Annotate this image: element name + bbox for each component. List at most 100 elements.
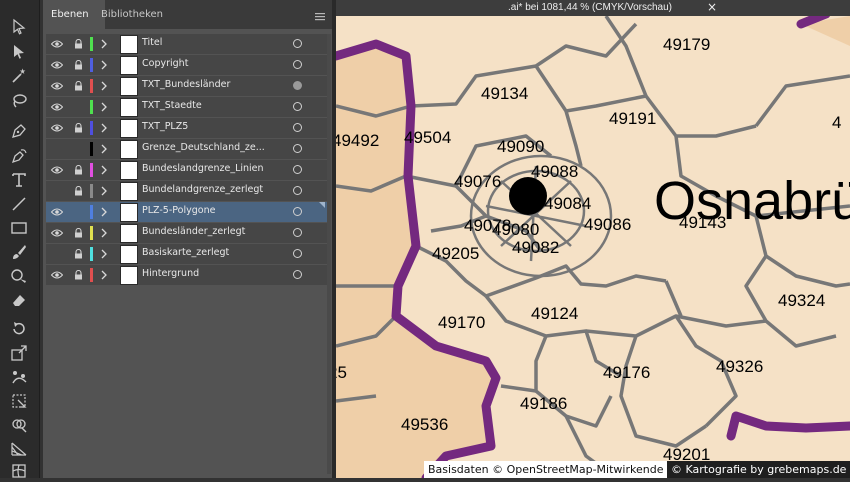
layer-name[interactable]: Grenze_Deutschland_ze... — [142, 142, 265, 153]
chevron-right-icon[interactable] — [100, 123, 108, 133]
lock-icon[interactable] — [74, 228, 83, 238]
rotate-tool-icon[interactable] — [7, 318, 31, 340]
layer-row[interactable]: Basiskarte_zerlegt — [46, 244, 327, 264]
curvature-tool-icon[interactable] — [7, 145, 31, 167]
chevron-right-icon[interactable] — [100, 144, 108, 154]
layer-target-icon[interactable] — [293, 39, 302, 48]
rectangle-tool-icon[interactable] — [7, 217, 31, 239]
layer-row[interactable]: Titel — [46, 34, 327, 54]
layer-row[interactable]: Bundeslandgrenze_Linien — [46, 160, 327, 180]
layer-target-icon[interactable] — [293, 186, 302, 195]
layer-name[interactable]: Titel — [142, 37, 162, 48]
free-transform-tool-icon[interactable] — [7, 390, 31, 412]
chevron-right-icon[interactable] — [100, 228, 108, 238]
scale-tool-icon[interactable] — [7, 342, 31, 364]
lock-icon[interactable] — [74, 186, 83, 196]
layer-name[interactable]: Bundesländer_zerlegt — [142, 226, 245, 237]
lock-icon[interactable] — [74, 39, 83, 49]
eye-icon[interactable] — [51, 82, 63, 90]
layer-target-icon[interactable] — [293, 228, 302, 237]
layer-target-icon[interactable] — [293, 123, 302, 132]
chevron-right-icon[interactable] — [100, 39, 108, 49]
layer-row[interactable]: Grenze_Deutschland_ze... — [46, 139, 327, 159]
layer-target-icon[interactable] — [293, 270, 302, 279]
perspective-grid-tool-icon[interactable] — [7, 438, 31, 460]
chevron-right-icon[interactable] — [100, 186, 108, 196]
eye-icon[interactable] — [51, 208, 63, 216]
eye-icon[interactable] — [51, 271, 63, 279]
chevron-right-icon[interactable] — [100, 270, 108, 280]
layer-row[interactable]: Copyright — [46, 55, 327, 75]
layer-row[interactable]: PLZ-5-Polygone — [46, 202, 327, 222]
layer-target-icon[interactable] — [293, 102, 302, 111]
lock-icon[interactable] — [74, 249, 83, 259]
tab-bibliotheken[interactable]: Bibliotheken — [93, 0, 171, 29]
map-canvas[interactable]: Osnabrück 49179 49134 49191 49090 49504 … — [328, 9, 850, 482]
plz-label: 49080 — [492, 220, 539, 239]
chevron-right-icon[interactable] — [100, 102, 108, 112]
type-tool-icon[interactable] — [7, 169, 31, 191]
puppet-warp-tool-icon[interactable] — [7, 366, 31, 388]
visibility-toggle[interactable] — [51, 250, 63, 258]
layer-row[interactable]: TXT_Staedte — [46, 97, 327, 117]
layer-name[interactable]: Bundelandgrenze_zerlegt — [142, 184, 263, 195]
layer-row[interactable]: TXT_Bundesländer — [46, 76, 327, 96]
eye-icon[interactable] — [51, 61, 63, 69]
layer-name[interactable]: PLZ-5-Polygone — [142, 205, 215, 216]
pen-tool-icon[interactable] — [7, 120, 31, 142]
eraser-tool-icon[interactable] — [7, 289, 31, 311]
selection-tool-icon[interactable] — [7, 16, 31, 38]
visibility-toggle[interactable] — [51, 145, 63, 153]
layer-list-scrollbar[interactable] — [327, 34, 331, 474]
eye-icon[interactable] — [51, 40, 63, 48]
line-tool-icon[interactable] — [7, 193, 31, 215]
shape-builder-tool-icon[interactable] — [7, 414, 31, 436]
layer-name[interactable]: Bundeslandgrenze_Linien — [142, 163, 264, 174]
close-document-icon[interactable]: × — [707, 0, 717, 14]
layer-name[interactable]: Hintergrund — [142, 268, 199, 279]
shaper-tool-icon[interactable] — [7, 265, 31, 287]
visibility-toggle[interactable] — [51, 187, 63, 195]
layer-thumbnail — [120, 140, 138, 159]
layer-row[interactable]: Bundesländer_zerlegt — [46, 223, 327, 243]
layer-target-icon[interactable] — [293, 60, 302, 69]
chevron-right-icon[interactable] — [100, 165, 108, 175]
layer-row[interactable]: Bundelandgrenze_zerlegt — [46, 181, 327, 201]
lock-icon[interactable] — [74, 60, 83, 70]
lock-toggle[interactable] — [74, 207, 83, 217]
chevron-right-icon[interactable] — [100, 207, 108, 217]
layer-target-icon[interactable] — [293, 249, 302, 258]
eye-icon[interactable] — [51, 229, 63, 237]
lock-toggle[interactable] — [74, 102, 83, 112]
lasso-tool-icon[interactable] — [7, 90, 31, 112]
lock-icon[interactable] — [74, 270, 83, 280]
layer-row[interactable]: TXT_PLZ5 — [46, 118, 327, 138]
direct-selection-tool-icon[interactable] — [7, 41, 31, 63]
document-tab[interactable]: .ai* bei 1081,44 % (CMYK/Vorschau) × — [336, 0, 850, 16]
chevron-right-icon[interactable] — [100, 249, 108, 259]
layer-name[interactable]: TXT_PLZ5 — [142, 121, 188, 132]
layer-target-icon[interactable] — [293, 144, 302, 153]
mesh-tool-icon[interactable] — [7, 460, 31, 482]
layer-name[interactable]: TXT_Staedte — [142, 100, 202, 111]
plz-label: 49504 — [404, 128, 451, 147]
magic-wand-tool-icon[interactable] — [7, 65, 31, 87]
layer-row[interactable]: Hintergrund — [46, 265, 327, 285]
layer-name[interactable]: TXT_Bundesländer — [142, 79, 230, 90]
eye-icon[interactable] — [51, 166, 63, 174]
layer-target-icon[interactable] — [293, 207, 302, 216]
panel-menu-icon[interactable] — [314, 8, 326, 21]
lock-icon[interactable] — [74, 81, 83, 91]
chevron-right-icon[interactable] — [100, 81, 108, 91]
paintbrush-tool-icon[interactable] — [7, 241, 31, 263]
layer-name[interactable]: Copyright — [142, 58, 188, 69]
lock-toggle[interactable] — [74, 144, 83, 154]
layer-target-icon[interactable] — [293, 81, 302, 90]
chevron-right-icon[interactable] — [100, 60, 108, 70]
layer-name[interactable]: Basiskarte_zerlegt — [142, 247, 229, 258]
layer-target-icon[interactable] — [293, 165, 302, 174]
lock-icon[interactable] — [74, 123, 83, 133]
eye-icon[interactable] — [51, 103, 63, 111]
lock-icon[interactable] — [74, 165, 83, 175]
eye-icon[interactable] — [51, 124, 63, 132]
